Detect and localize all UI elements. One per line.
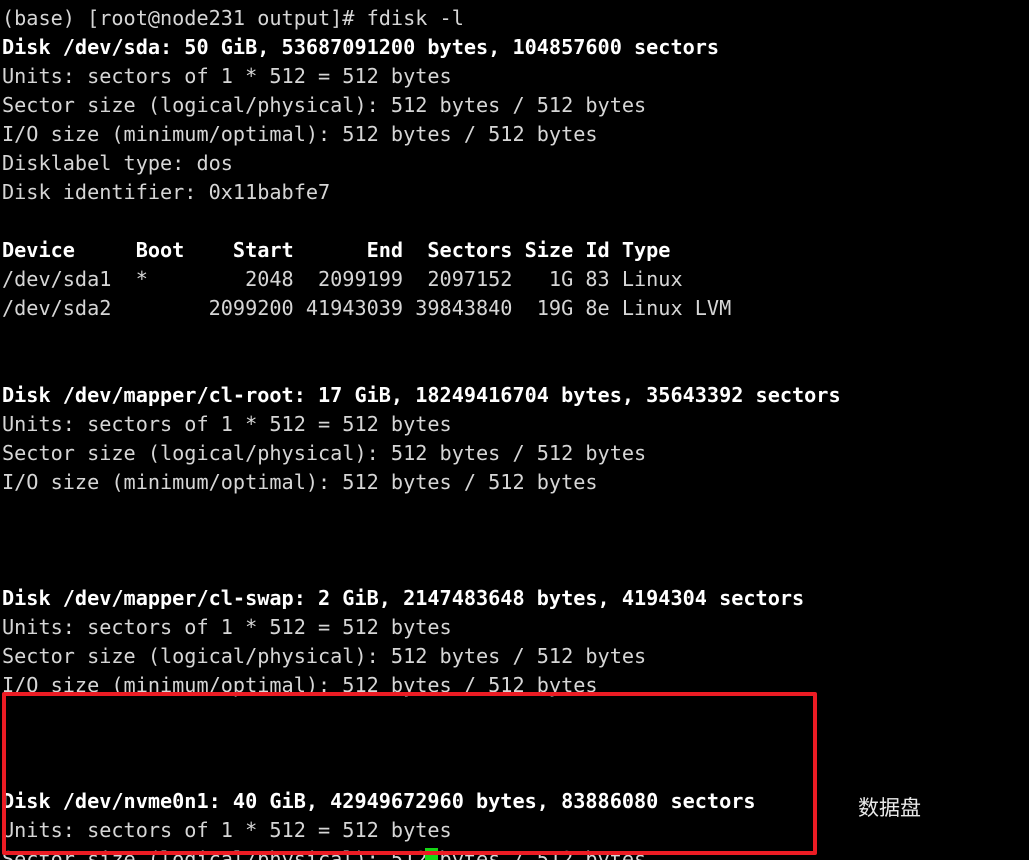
- terminal-output[interactable]: (base) [root@node231 output]# fdisk -l Di…: [0, 0, 1029, 860]
- terminal-line: Units: sectors of 1 * 512 = 512 bytes: [2, 412, 452, 436]
- terminal-line: I/O size (minimum/optimal): 512 bytes / …: [2, 470, 598, 494]
- terminal-line: Sector size (logical/physical): 512 byte…: [2, 441, 647, 465]
- terminal-line: Disklabel type: dos: [2, 151, 233, 175]
- terminal-line: Disk /dev/sda: 50 GiB, 53687091200 bytes…: [2, 35, 720, 59]
- terminal-screen: (base) [root@node231 output]# fdisk -l Di…: [0, 0, 1029, 860]
- terminal-line: Sector size (logical/physical): 512 byte…: [2, 93, 647, 117]
- terminal-line: (base) [root@node231 output]# fdisk -l: [2, 6, 464, 30]
- terminal-line: Units: sectors of 1 * 512 = 512 bytes: [2, 64, 452, 88]
- terminal-line: I/O size (minimum/optimal): 512 bytes / …: [2, 673, 598, 697]
- terminal-line: Disk /dev/mapper/cl-swap: 2 GiB, 2147483…: [2, 586, 805, 610]
- terminal-line: Sector size (logical/physical): 512 byte…: [2, 847, 647, 860]
- terminal-line: I/O size (minimum/optimal): 512 bytes / …: [2, 122, 598, 146]
- annotation-label-data-disk: 数据盘: [858, 796, 921, 820]
- terminal-line: /dev/sda1 * 2048 2099199 2097152 1G 83 L…: [2, 267, 683, 291]
- terminal-line: Disk identifier: 0x11babfe7: [2, 180, 331, 204]
- terminal-line: Sector size (logical/physical): 512 byte…: [2, 644, 647, 668]
- terminal-line: /dev/sda2 2099200 41943039 39843840 19G …: [2, 296, 732, 320]
- terminal-cursor: [425, 848, 438, 860]
- terminal-line: Disk /dev/mapper/cl-root: 17 GiB, 182494…: [2, 383, 841, 407]
- terminal-line: Units: sectors of 1 * 512 = 512 bytes: [2, 615, 452, 639]
- terminal-line: Device Boot Start End Sectors Size Id Ty…: [2, 238, 671, 262]
